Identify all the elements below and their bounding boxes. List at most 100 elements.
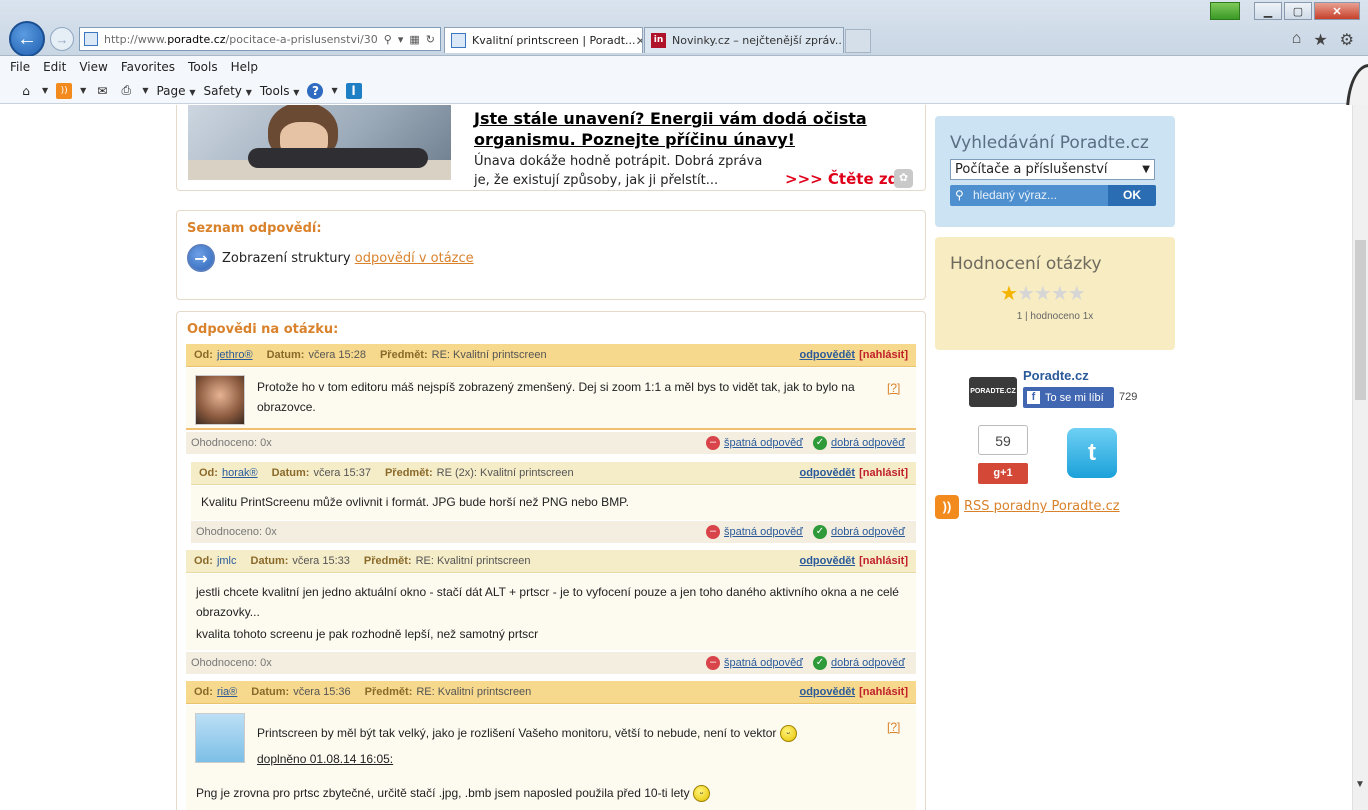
home-icon[interactable]: ⌂: [18, 83, 34, 99]
rss-icon[interactable]: )): [935, 495, 959, 519]
check-icon[interactable]: ✓: [812, 436, 827, 450]
search-icon[interactable]: ⚲: [384, 33, 392, 46]
report-link[interactable]: [nahlásit]: [859, 467, 908, 479]
close-window-button[interactable]: ✕: [1314, 2, 1360, 20]
answer-header: Od: horak® Datum: včera 15:37 Předmět: RE (…: [191, 462, 916, 485]
star-icon[interactable]: ★: [1017, 283, 1035, 305]
chevron-down-icon[interactable]: ▼: [80, 86, 86, 95]
dropdown-icon[interactable]: ▾: [398, 33, 404, 46]
ad-read-more-link[interactable]: >>> Čtěte zde: [785, 170, 909, 188]
answer-body: Printscreen by měl být tak velký, jako j…: [186, 705, 916, 810]
minus-icon[interactable]: –: [706, 436, 721, 450]
new-tab-button[interactable]: [845, 29, 871, 53]
ad-title[interactable]: Jste stále unavení? Energii vám dodá oči…: [474, 108, 894, 150]
mail-icon[interactable]: ✉: [94, 83, 110, 99]
answer-user-link[interactable]: ria®: [217, 686, 237, 698]
linkedin-icon[interactable]: l: [345, 82, 362, 99]
star-icon[interactable]: ★: [1051, 283, 1069, 305]
rating-summary: 1 | hodnoceno 1x: [1016, 311, 1094, 322]
reply-link[interactable]: odpovědět: [799, 349, 855, 361]
smiley-icon: ᵕ: [692, 785, 710, 803]
favorites-star-icon[interactable]: ★: [1313, 30, 1327, 50]
minimize-button[interactable]: ▁: [1254, 2, 1282, 20]
good-answer-link[interactable]: dobrá odpověď: [831, 657, 905, 669]
back-button[interactable]: ←: [9, 21, 45, 57]
reply-link[interactable]: odpovědět: [799, 555, 855, 567]
app-icon[interactable]: [1210, 2, 1240, 20]
answer-user-link[interactable]: jethro®: [217, 349, 253, 361]
scroll-down-icon[interactable]: ▼: [1355, 779, 1365, 790]
reply-link[interactable]: odpovědět: [799, 686, 855, 698]
help-link[interactable]: [?]: [887, 378, 900, 398]
compatibility-icon[interactable]: ▦: [409, 33, 419, 46]
poradte-logo[interactable]: PORADTE.CZ: [969, 377, 1017, 407]
answer-user-link[interactable]: horak®: [222, 467, 258, 479]
tools-menu[interactable]: Tools ▼: [260, 84, 300, 98]
scrollbar-thumb[interactable]: [1355, 240, 1366, 400]
answer-header: Od: jethro® Datum: včera 15:28 Předmět: RE:…: [186, 344, 916, 367]
facebook-like-button[interactable]: f To se mi líbí: [1023, 387, 1114, 408]
category-select[interactable]: Počítače a příslušenství ▼: [950, 159, 1155, 180]
rating-stars[interactable]: ★★★★★: [1000, 281, 1086, 306]
menu-view[interactable]: View: [79, 60, 107, 74]
answers-title: Odpovědi na otázku:: [187, 322, 339, 337]
good-answer-link[interactable]: dobrá odpověď: [831, 526, 905, 538]
home-icon[interactable]: ⌂: [1292, 30, 1302, 50]
check-icon[interactable]: ✓: [812, 525, 827, 539]
gplus-button[interactable]: g+1: [978, 463, 1028, 484]
menu-favorites[interactable]: Favorites: [121, 60, 175, 74]
menu-tools[interactable]: Tools: [188, 60, 218, 74]
answer-footer: Ohodnoceno: 0x – špatná odpověď ✓ dobrá od…: [186, 652, 916, 674]
report-link[interactable]: [nahlásit]: [859, 555, 908, 567]
menu-help[interactable]: Help: [231, 60, 258, 74]
bad-answer-link[interactable]: špatná odpověď: [724, 437, 803, 449]
bad-answer-link[interactable]: špatná odpověď: [724, 526, 803, 538]
menu-edit[interactable]: Edit: [43, 60, 66, 74]
social-site-name[interactable]: Poradte.cz: [1023, 368, 1089, 383]
maximize-button[interactable]: ▢: [1284, 2, 1312, 20]
menu-file[interactable]: File: [10, 60, 30, 74]
feeds-icon[interactable]: )): [56, 82, 73, 99]
rss-link[interactable]: RSS poradny Poradte.cz: [964, 499, 1120, 514]
good-answer-link[interactable]: dobrá odpověď: [831, 437, 905, 449]
page-menu[interactable]: Page ▼: [156, 84, 195, 98]
star-icon[interactable]: ★: [1000, 283, 1018, 305]
avatar[interactable]: [195, 713, 245, 763]
address-url[interactable]: http://www.poradte.cz/pocitace-a-prislus…: [104, 33, 379, 46]
structure-link[interactable]: odpovědí v otázce: [355, 251, 474, 266]
close-tab-icon[interactable]: ✕: [636, 34, 642, 48]
reply-link[interactable]: odpovědět: [799, 467, 855, 479]
forward-button[interactable]: →: [50, 27, 74, 51]
tab-label: Novinky.cz – nejčtenější zpráv...: [672, 34, 844, 47]
report-link[interactable]: [nahlásit]: [859, 686, 908, 698]
search-input[interactable]: ⚲ hledaný výraz...: [950, 185, 1108, 206]
advertisement[interactable]: Jste stále unavení? Energii vám dodá oči…: [176, 105, 926, 191]
star-icon[interactable]: ★: [1068, 283, 1086, 305]
chevron-down-icon[interactable]: ▼: [42, 86, 48, 95]
tab-novinky[interactable]: in Novinky.cz – nejčtenější zpráv...: [644, 27, 844, 53]
print-icon[interactable]: ⎙: [118, 83, 134, 99]
safety-menu[interactable]: Safety ▼: [204, 84, 252, 98]
avatar[interactable]: [195, 375, 245, 425]
star-icon[interactable]: ★: [1034, 283, 1052, 305]
paw-icon[interactable]: ✿: [894, 169, 913, 188]
help-icon[interactable]: ?: [307, 82, 324, 99]
address-bar[interactable]: http://www.poradte.cz/pocitace-a-prislus…: [79, 27, 441, 51]
report-link[interactable]: [nahlásit]: [859, 349, 908, 361]
minus-icon[interactable]: –: [706, 525, 721, 539]
vertical-scrollbar[interactable]: ▼: [1352, 105, 1368, 810]
ad-image[interactable]: [188, 105, 451, 180]
twitter-icon[interactable]: t: [1067, 428, 1117, 478]
minus-icon[interactable]: –: [706, 656, 721, 670]
chevron-down-icon[interactable]: ▼: [142, 86, 148, 95]
check-icon[interactable]: ✓: [812, 656, 827, 670]
refresh-icon[interactable]: ↻: [426, 33, 435, 46]
smiley-icon: ᵕ: [779, 725, 797, 743]
arrow-right-icon: →: [187, 244, 215, 272]
help-link[interactable]: [?]: [887, 717, 900, 737]
search-ok-button[interactable]: OK: [1108, 185, 1156, 206]
chevron-down-icon[interactable]: ▼: [331, 86, 337, 95]
tab-active[interactable]: Kvalitní printscreen | Poradt... ✕: [444, 27, 643, 53]
settings-gear-icon[interactable]: ⚙: [1340, 30, 1354, 50]
bad-answer-link[interactable]: špatná odpověď: [724, 657, 803, 669]
